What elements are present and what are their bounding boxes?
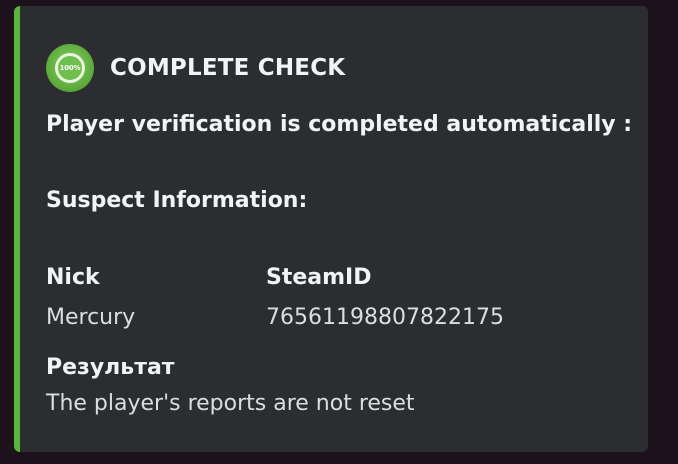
embed-author: 100% COMPLETE CHECK	[46, 44, 345, 92]
check-badge-icon: 100%	[46, 44, 94, 92]
embed-accent-bar	[14, 6, 20, 452]
embed-author-name: COMPLETE CHECK	[110, 55, 346, 81]
field-value: Mercury	[46, 305, 136, 330]
embed-card: 100% COMPLETE CHECK Player verification …	[14, 6, 648, 452]
field-steamid: SteamID 76561198807822175	[266, 264, 504, 332]
embed-content: 100% COMPLETE CHECK Player verification …	[46, 6, 632, 452]
field-name: SteamID	[266, 265, 372, 290]
embed-description: Player verification is completed automat…	[46, 112, 633, 137]
badge-text: 100%	[59, 64, 81, 72]
field-value: 76561198807822175	[266, 305, 504, 330]
suspect-heading: Suspect Information:	[46, 188, 308, 213]
field-name: Результат	[46, 355, 175, 380]
field-name: Nick	[46, 265, 100, 290]
field-nick: Nick Mercury	[46, 264, 135, 332]
field-value: The player's reports are not reset	[46, 391, 415, 416]
field-result: Результат The player's reports are not r…	[46, 354, 415, 418]
